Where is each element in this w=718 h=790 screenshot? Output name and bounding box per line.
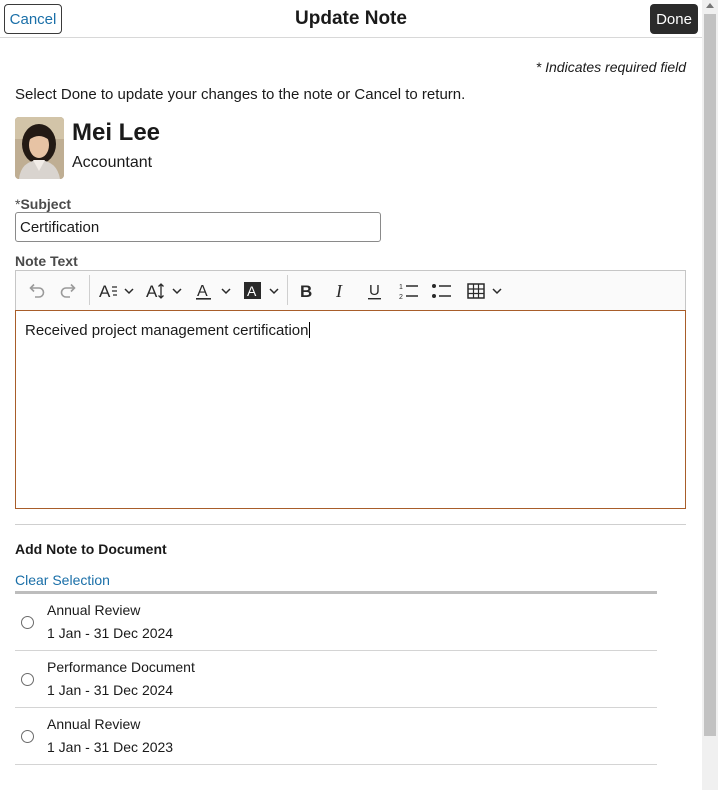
done-button[interactable]: Done xyxy=(650,4,698,34)
italic-icon[interactable]: I xyxy=(329,277,353,305)
note-text-content: Received project management certificatio… xyxy=(25,322,309,339)
document-dates: 1 Jan - 31 Dec 2023 xyxy=(47,739,174,755)
table-icon[interactable] xyxy=(465,277,505,305)
person-name: Mei Lee xyxy=(72,119,161,146)
page-title: Update Note xyxy=(295,8,407,29)
cancel-button[interactable]: Cancel xyxy=(4,4,62,34)
clear-selection-link[interactable]: Clear Selection xyxy=(15,572,110,588)
instructions-text: Select Done to update your changes to th… xyxy=(15,86,466,103)
svg-text:B: B xyxy=(300,282,312,301)
scroll-up-arrow-icon[interactable] xyxy=(706,3,714,8)
note-text-editor-area[interactable]: Received project management certificatio… xyxy=(15,310,686,509)
document-row[interactable]: Annual Review 1 Jan - 31 Dec 2024 xyxy=(15,594,657,651)
redo-icon[interactable] xyxy=(57,277,81,305)
section-divider xyxy=(15,524,686,525)
required-field-note: * Indicates required field xyxy=(535,59,686,75)
scrollbar[interactable] xyxy=(702,0,718,790)
toolbar-separator xyxy=(89,275,90,305)
document-title: Performance Document xyxy=(47,659,195,675)
svg-text:A: A xyxy=(247,283,257,299)
document-row[interactable]: Annual Review 1 Jan - 31 Dec 2023 xyxy=(15,708,657,765)
paragraph-format-icon[interactable]: A xyxy=(97,277,137,305)
svg-text:2: 2 xyxy=(399,294,403,301)
document-title: Annual Review xyxy=(47,602,141,618)
avatar xyxy=(15,117,64,179)
svg-text:U: U xyxy=(369,282,380,299)
rich-text-editor: A A A A B I U 12 Received project manage… xyxy=(15,270,686,509)
text-color-icon[interactable]: A xyxy=(194,277,234,305)
subject-label-text: Subject xyxy=(20,196,72,212)
svg-text:1: 1 xyxy=(399,284,403,291)
svg-text:A: A xyxy=(99,282,111,301)
underline-icon[interactable]: U xyxy=(363,277,387,305)
document-radio-button[interactable] xyxy=(21,616,34,629)
font-size-icon[interactable]: A xyxy=(144,277,186,305)
svg-text:A: A xyxy=(146,282,158,301)
person-role: Accountant xyxy=(72,154,153,171)
svg-text:I: I xyxy=(335,281,343,301)
document-radio-button[interactable] xyxy=(21,730,34,743)
undo-icon[interactable] xyxy=(24,277,48,305)
document-radio-button[interactable] xyxy=(21,673,34,686)
document-dates: 1 Jan - 31 Dec 2024 xyxy=(47,682,174,698)
bold-icon[interactable]: B xyxy=(295,277,319,305)
bulleted-list-icon[interactable] xyxy=(429,277,455,305)
svg-text:A: A xyxy=(197,283,208,300)
document-row[interactable]: Performance Document 1 Jan - 31 Dec 2024 xyxy=(15,651,657,708)
scrollbar-thumb[interactable] xyxy=(704,14,716,736)
background-color-icon[interactable]: A xyxy=(242,277,282,305)
subject-input[interactable] xyxy=(15,212,381,242)
document-dates: 1 Jan - 31 Dec 2024 xyxy=(47,625,174,641)
text-caret xyxy=(309,322,311,338)
numbered-list-icon[interactable]: 12 xyxy=(396,277,422,305)
document-title: Annual Review xyxy=(47,716,141,732)
subject-label: *Subject xyxy=(15,196,71,212)
page-header: Cancel Update Note Done xyxy=(0,0,702,38)
add-note-to-document-heading: Add Note to Document xyxy=(15,541,167,557)
toolbar-separator xyxy=(287,275,288,305)
editor-toolbar: A A A A B I U 12 xyxy=(15,270,686,310)
note-text-label: Note Text xyxy=(15,253,78,269)
